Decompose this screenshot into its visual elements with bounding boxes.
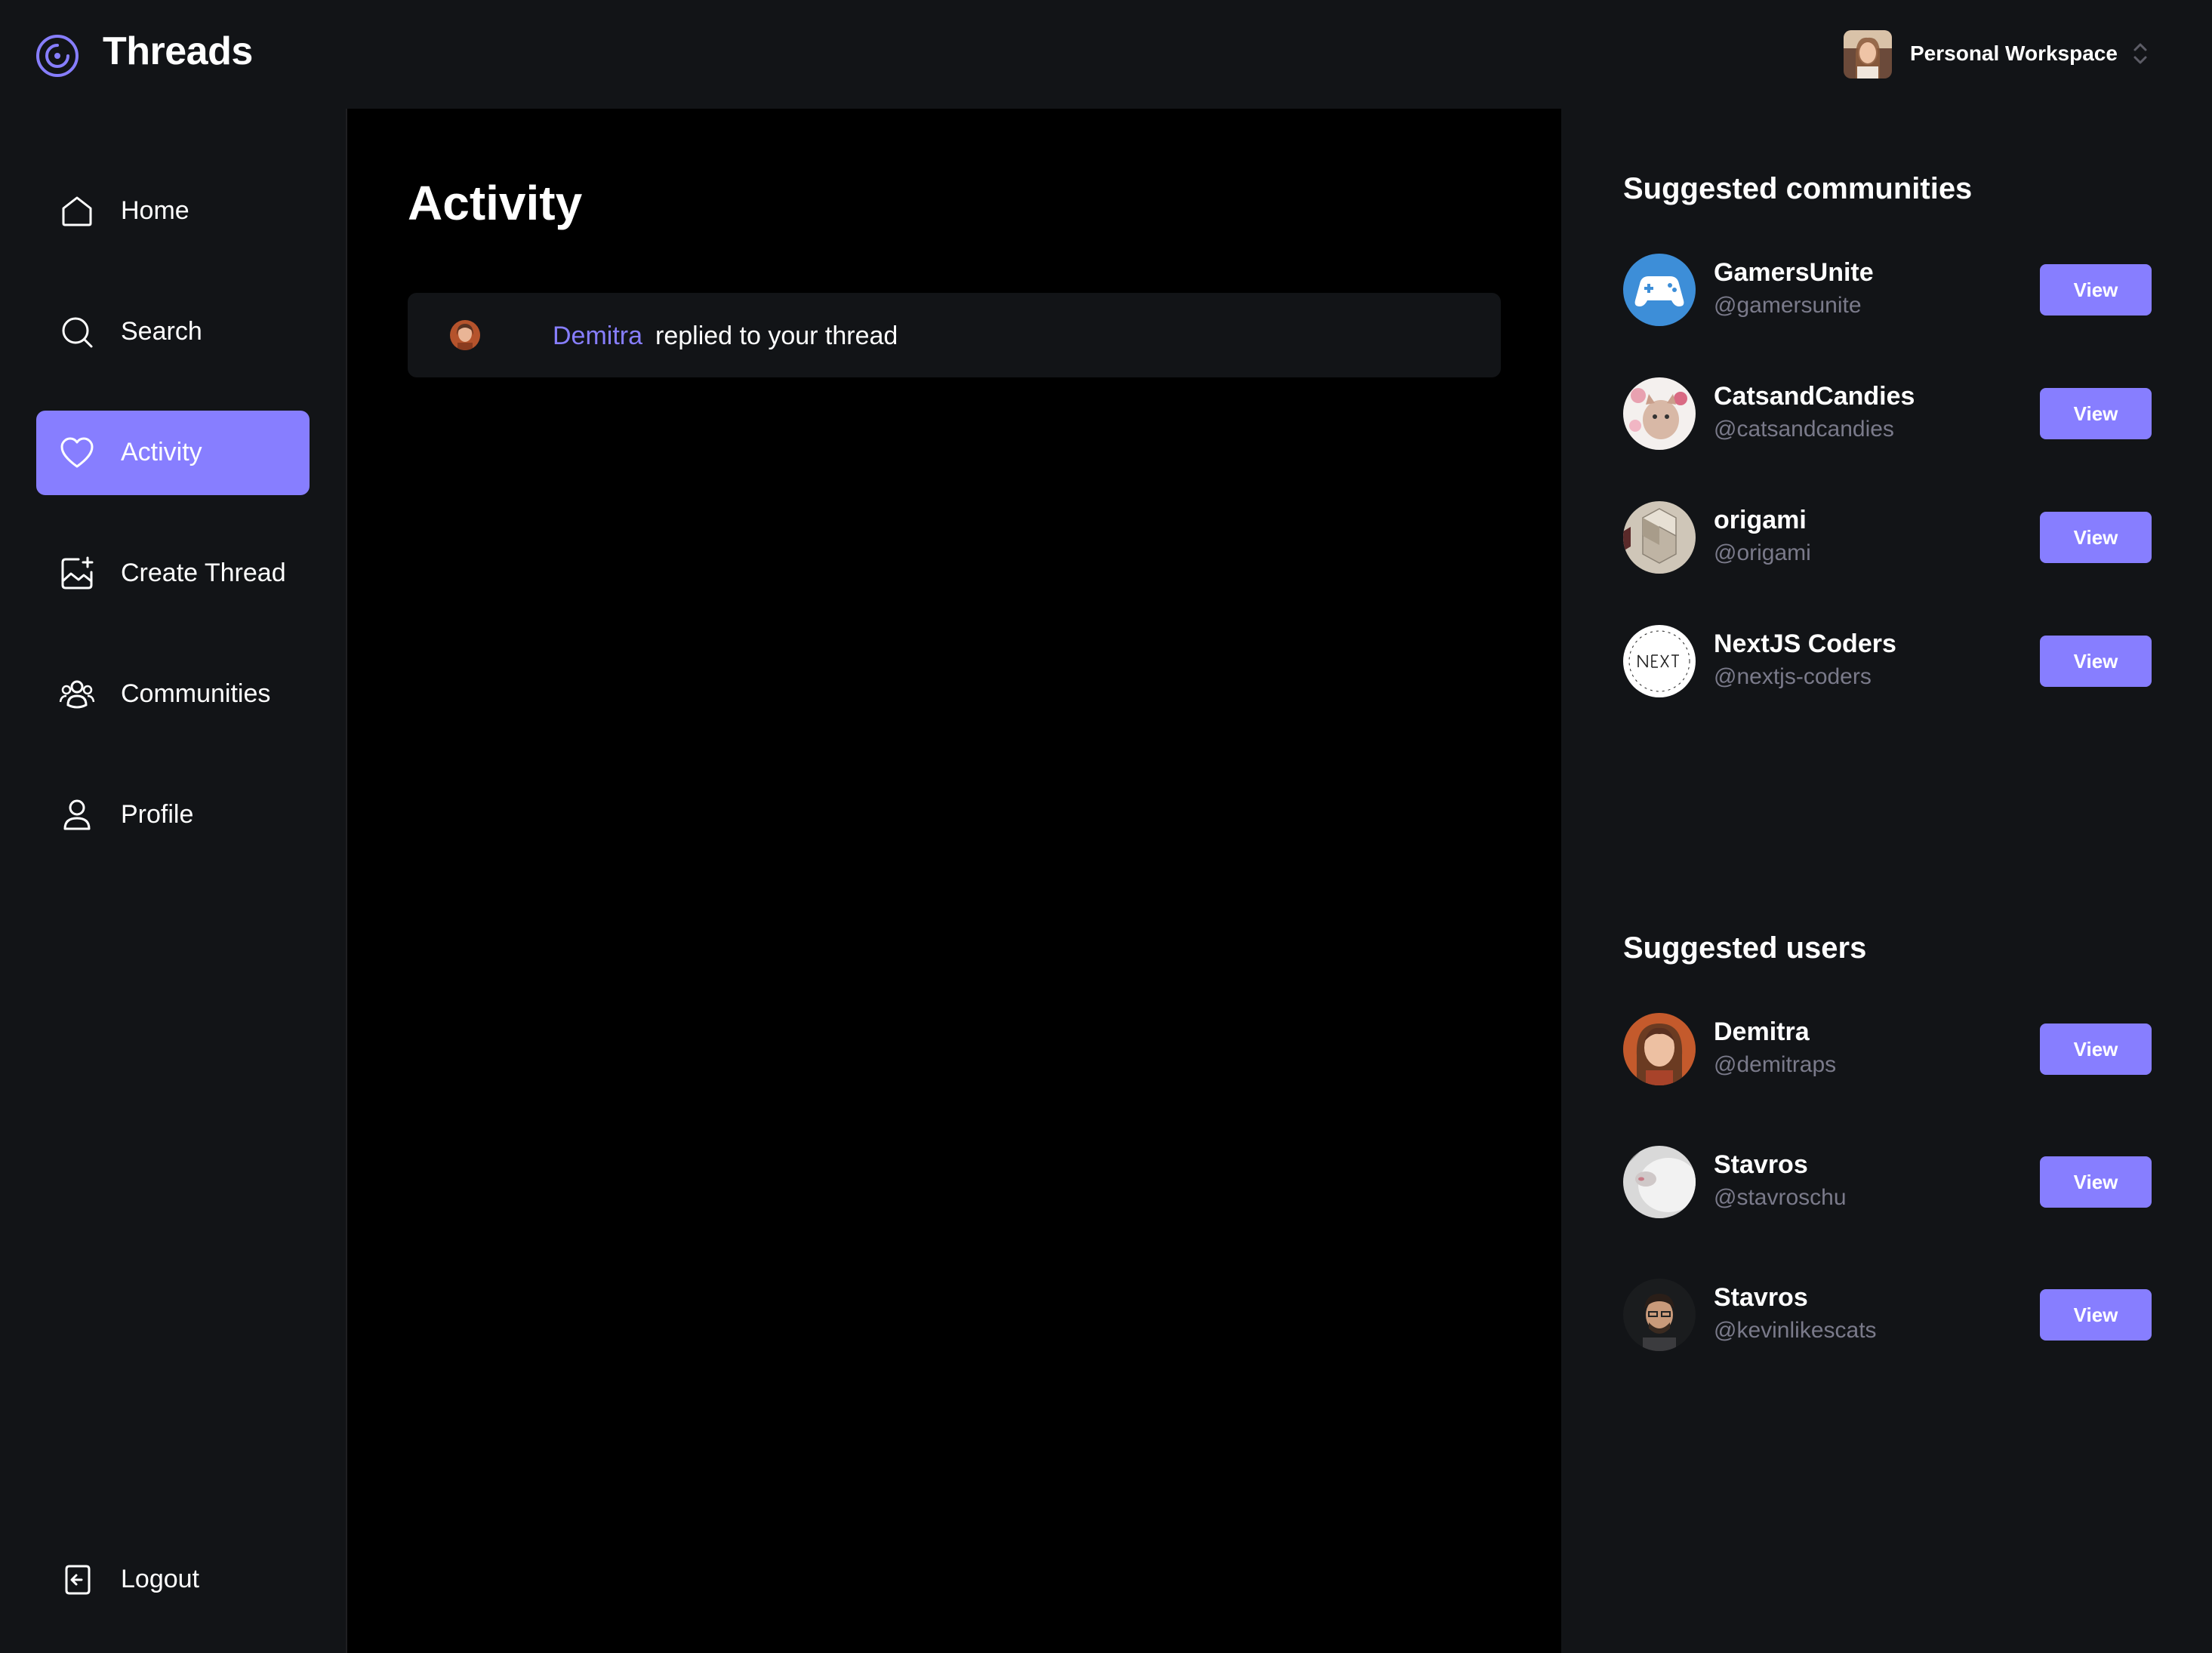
user-handle: @kevinlikescats [1714, 1318, 1877, 1343]
user-avatar[interactable] [1623, 1279, 1696, 1351]
main-content: Activity Demitra replied to your thread [347, 109, 1561, 1653]
sidebar-item-profile[interactable]: Profile [36, 773, 310, 857]
community-item-nextjs-coders: NextJS Coders @nextjs-coders View [1623, 625, 2152, 700]
avatar [450, 320, 480, 350]
sidebar-item-label: Communities [121, 679, 271, 708]
community-handle: @origami [1714, 540, 1811, 565]
sidebar-item-label: Profile [121, 800, 194, 829]
workspace-avatar[interactable] [1844, 30, 1892, 78]
user-item-kevinlikescats: Stavros @kevinlikescats View [1623, 1279, 2152, 1354]
view-button[interactable]: View [2040, 636, 2152, 687]
view-button[interactable]: View [2040, 1156, 2152, 1208]
community-handle: @gamersunite [1714, 293, 1862, 318]
sidebar-item-communities[interactable]: Communities [36, 652, 310, 737]
right-sidebar: Suggested communities GamersUnite @gamer… [1563, 109, 2212, 1653]
image-plus-icon [61, 556, 94, 589]
activity-username-link[interactable]: Demitra [553, 322, 642, 351]
logout-label: Logout [121, 1565, 199, 1593]
sidebar-item-activity[interactable]: Activity [36, 411, 310, 495]
sidebar-item-label: Activity [121, 438, 202, 466]
user-avatar[interactable] [1623, 1013, 1696, 1085]
user-name: Stavros [1714, 1283, 1808, 1312]
suggested-users-title: Suggested users [1623, 931, 1867, 965]
community-name: CatsandCandies [1714, 382, 1915, 411]
chevron-up-down-icon[interactable] [2129, 38, 2152, 69]
search-icon [62, 317, 93, 348]
activity-item[interactable]: Demitra replied to your thread [408, 293, 1501, 377]
user-avatar[interactable] [1623, 1146, 1696, 1218]
community-avatar[interactable] [1623, 377, 1696, 450]
community-name: origami [1714, 506, 1807, 534]
user-handle: @demitraps [1714, 1052, 1837, 1077]
user-name: Demitra [1714, 1017, 1810, 1046]
user-name: Stavros [1714, 1150, 1808, 1179]
threads-logo-icon[interactable] [35, 33, 80, 78]
app-title[interactable]: Threads [103, 29, 253, 74]
user-item-stavros: Stavros @stavroschu View [1623, 1146, 2152, 1221]
view-button[interactable]: View [2040, 264, 2152, 316]
workspace-label[interactable]: Personal Workspace [1910, 42, 2118, 66]
logout-icon [65, 1565, 91, 1595]
community-avatar[interactable] [1623, 501, 1696, 574]
heart-icon [60, 437, 94, 468]
view-button[interactable]: View [2040, 1024, 2152, 1075]
user-item-demitra: Demitra @demitraps View [1623, 1013, 2152, 1088]
community-item-catsandcandies: CatsandCandies @catsandcandies View [1623, 377, 2152, 453]
sidebar-item-search[interactable]: Search [36, 290, 310, 374]
page-title: Activity [408, 176, 583, 230]
top-bar: Threads Personal Workspace [0, 0, 2212, 109]
view-button[interactable]: View [2040, 1289, 2152, 1341]
community-name: GamersUnite [1714, 258, 1874, 287]
community-avatar[interactable] [1623, 254, 1696, 326]
logout-button[interactable]: Logout [36, 1538, 310, 1622]
community-item-gamersunite: GamersUnite @gamersunite View [1623, 254, 2152, 329]
community-handle: @catsandcandies [1714, 417, 1894, 442]
user-icon [63, 799, 91, 830]
view-button[interactable]: View [2040, 388, 2152, 439]
user-handle: @stavroschu [1714, 1185, 1847, 1210]
community-name: NextJS Coders [1714, 629, 1896, 658]
sidebar-item-label: Search [121, 317, 202, 346]
sidebar-item-create-thread[interactable]: Create Thread [36, 531, 310, 616]
community-handle: @nextjs-coders [1714, 664, 1872, 689]
left-sidebar: Home Search Activity Create Thread Commu… [0, 109, 346, 1653]
users-icon [59, 680, 95, 709]
sidebar-item-label: Create Thread [121, 559, 286, 587]
activity-text: replied to your thread [655, 322, 898, 350]
community-item-origami: origami @origami View [1623, 501, 2152, 577]
sidebar-item-label: Home [121, 196, 189, 225]
home-icon [62, 196, 92, 226]
suggested-communities-title: Suggested communities [1623, 172, 1973, 205]
view-button[interactable]: View [2040, 512, 2152, 563]
sidebar-item-home[interactable]: Home [36, 169, 310, 254]
community-avatar[interactable] [1623, 625, 1696, 697]
